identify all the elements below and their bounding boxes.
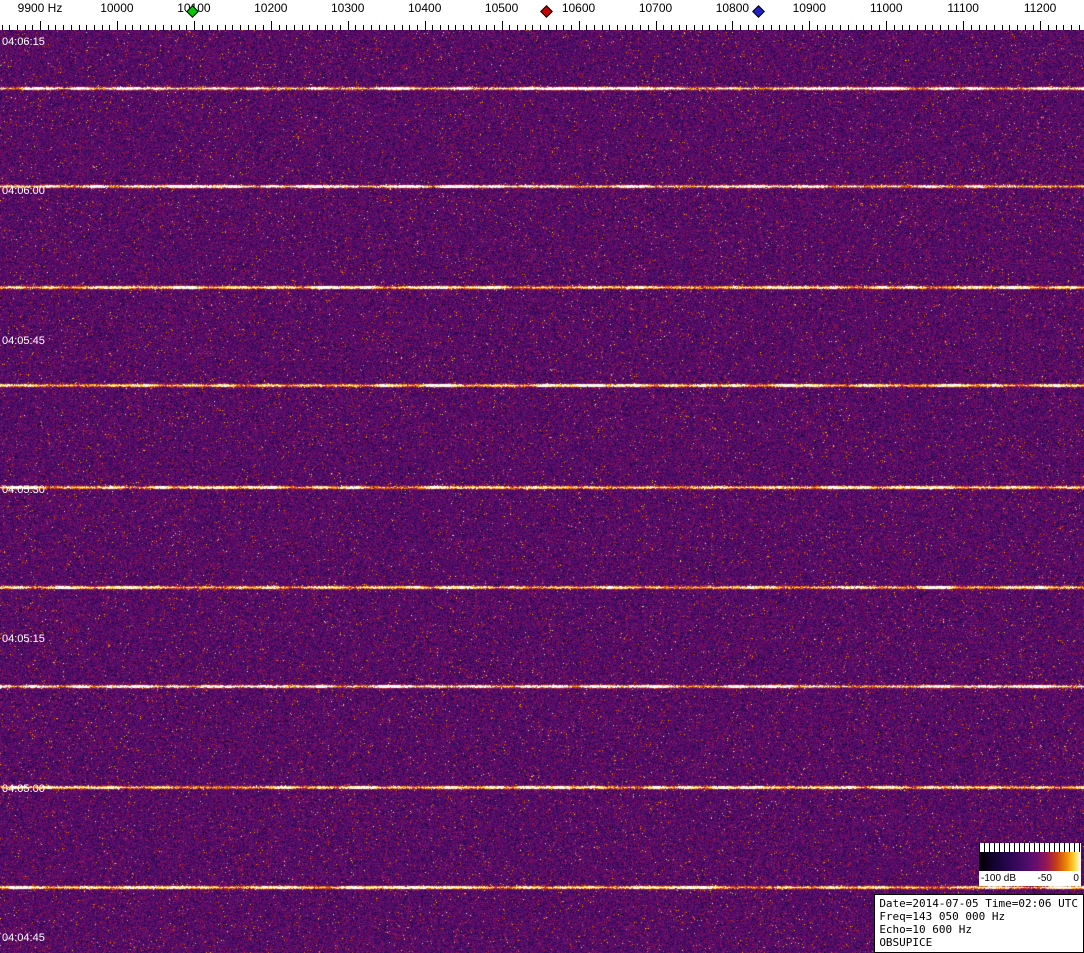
time-label: 04:05:45 xyxy=(2,334,45,347)
major-tick xyxy=(578,21,580,30)
time-label: 04:05:15 xyxy=(2,633,45,646)
color-scale-labels: -100 dB -50 0 xyxy=(979,871,1081,886)
major-tick xyxy=(116,21,118,30)
color-scale: -100 dB -50 0 xyxy=(979,843,1081,886)
info-station-line: OBSUPICE xyxy=(879,936,933,949)
freq-tick-label: 10000 xyxy=(100,1,134,15)
info-box: Date=2014-07-05 Time=02:06 UTC Freq=143 … xyxy=(874,894,1084,953)
color-scale-gradient xyxy=(979,852,1081,871)
color-scale-ticks xyxy=(979,843,1081,852)
freq-tick-label: 10200 xyxy=(254,1,288,15)
spectrogram-area: 04:06:15 04:06:00 04:05:45 04:05:30 04:05:15… xyxy=(0,30,1084,953)
info-date-time-line: Date=2014-07-05 Time=02:06 UTC xyxy=(879,897,1078,910)
major-tick xyxy=(501,21,503,30)
color-scale-label-mid: -50 xyxy=(1037,873,1052,884)
info-freq-line: Freq=143 050 000 Hz xyxy=(879,910,1006,923)
freq-tick-label: 10800 xyxy=(715,1,750,15)
freq-tick-label: 10400 xyxy=(408,1,442,15)
major-tick xyxy=(40,21,41,30)
freq-tick-label: 11100 xyxy=(947,1,979,15)
color-scale-label-min: -100 dB xyxy=(981,873,1017,884)
major-tick xyxy=(886,21,888,30)
time-label: 04:05:30 xyxy=(2,483,45,496)
freq-tick-label: 10500 xyxy=(484,1,519,15)
freq-tick-label: 10900 xyxy=(792,1,826,15)
spectrogram-canvas xyxy=(0,30,1084,953)
major-tick xyxy=(270,21,272,30)
freq-tick-label: 10300 xyxy=(331,1,365,15)
time-label: 04:04:45 xyxy=(2,931,45,944)
major-tick xyxy=(193,21,195,30)
major-tick xyxy=(732,21,734,30)
major-tick xyxy=(347,21,349,30)
major-tick xyxy=(1040,21,1042,30)
freq-tick-label: 9900 Hz xyxy=(17,1,63,15)
freq-tick-label: 10700 xyxy=(638,1,673,15)
info-echo-line: Echo=10 600 Hz xyxy=(879,923,973,936)
freq-tick-label: 11200 xyxy=(1023,1,1057,15)
time-label: 04:06:15 xyxy=(2,36,45,48)
time-label: 04:05:00 xyxy=(2,782,45,795)
red-diamond-marker[interactable] xyxy=(540,5,554,18)
time-label: 04:06:00 xyxy=(2,185,45,198)
color-scale-label-max: 0 xyxy=(1073,873,1079,884)
blue-diamond-marker[interactable] xyxy=(751,5,765,18)
major-tick xyxy=(963,21,965,30)
freq-tick-label: 11000 xyxy=(870,1,903,15)
major-tick xyxy=(424,21,426,30)
spectrogram-screen: 9900 Hz100001010010200103001040010500106… xyxy=(0,0,1084,953)
freq-tick-label: 10600 xyxy=(561,1,596,15)
major-tick xyxy=(655,21,657,30)
major-tick xyxy=(809,21,811,30)
frequency-ruler: 9900 Hz100001010010200103001040010500106… xyxy=(0,0,1084,30)
